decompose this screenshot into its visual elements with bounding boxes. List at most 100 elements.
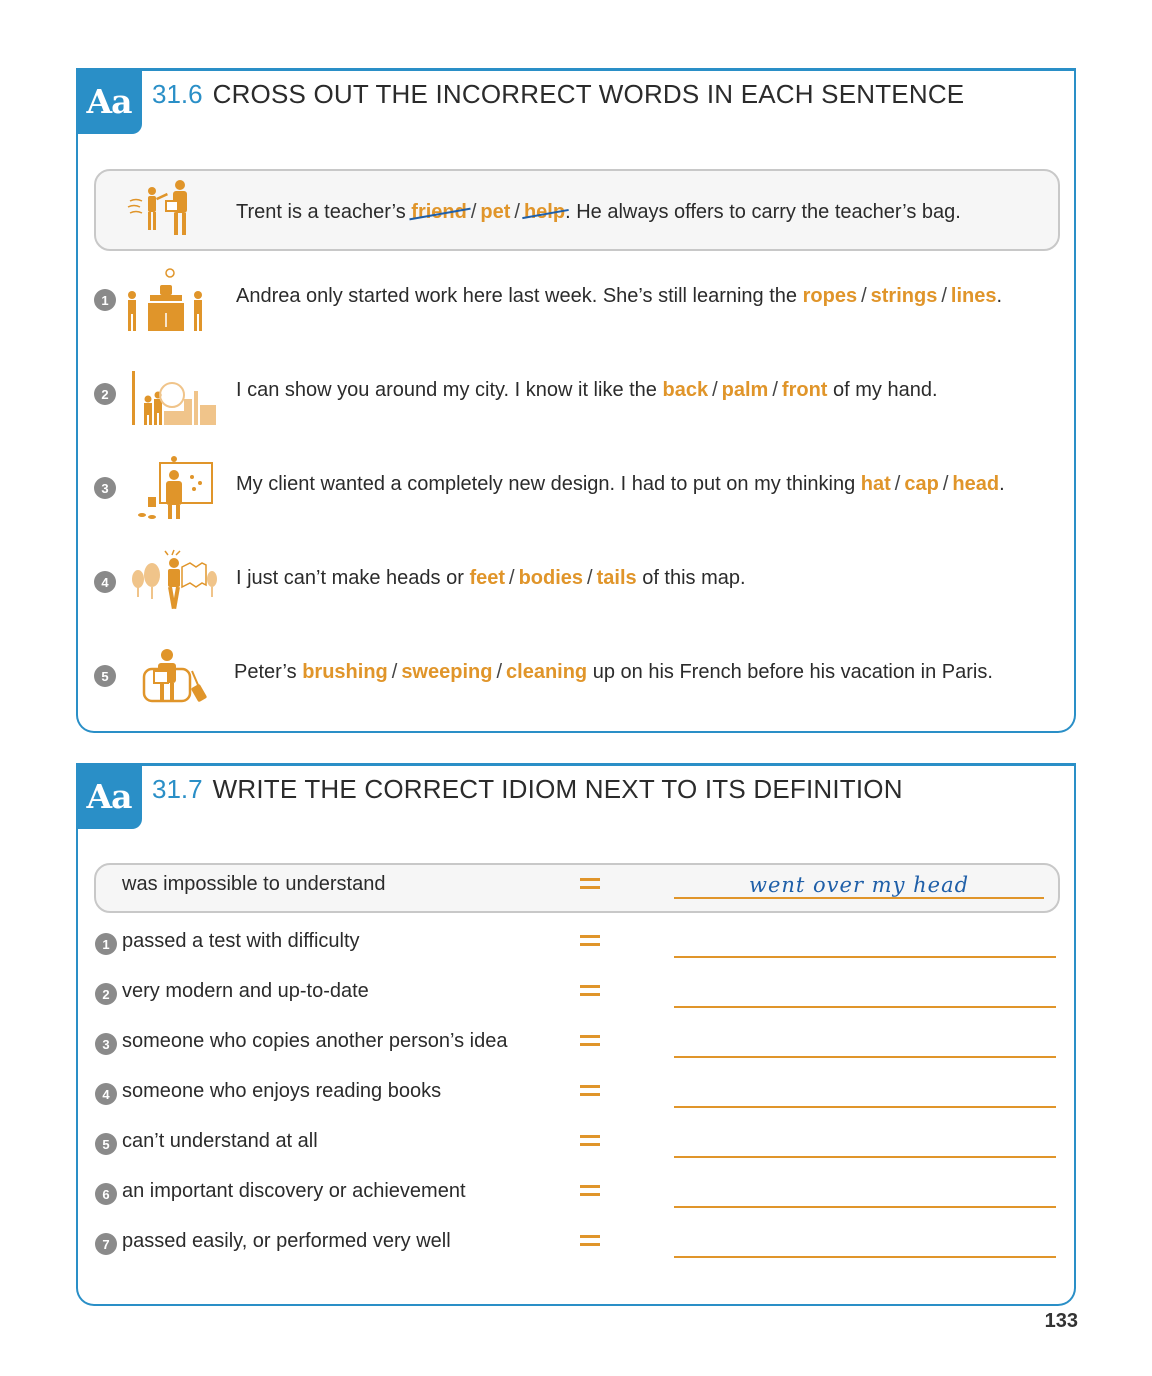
definition-text: very modern and up-to-date — [122, 980, 369, 1002]
exercise-title: CROSS OUT THE INCORRECT WORDS IN EACH SE… — [212, 79, 965, 109]
separator: / — [861, 285, 867, 307]
definition-text: someone who copies another person’s idea — [122, 1030, 508, 1052]
definition-row: 2 very modern and up-to-date — [78, 974, 1078, 1014]
separator: / — [941, 285, 947, 307]
answer-input-line[interactable] — [674, 1106, 1056, 1108]
answer-input-line[interactable] — [674, 1006, 1056, 1008]
option-correct[interactable]: pet — [480, 201, 510, 223]
option-crossed[interactable]: help — [524, 201, 565, 224]
handwritten-answer: went over my head — [748, 873, 970, 897]
confused-map-reader-icon — [132, 549, 217, 610]
definition-text: was impossible to understand — [122, 873, 386, 895]
sentence-text: Peter’s — [234, 661, 297, 683]
teacher-student-icon — [127, 180, 187, 235]
equals-sign — [578, 1030, 602, 1050]
item-number: 7 — [95, 1233, 117, 1255]
definition-row: 4 someone who enjoys reading books — [78, 1074, 1078, 1114]
separator: / — [894, 473, 901, 495]
option-word[interactable]: cleaning — [506, 661, 587, 683]
sentence-text: I can show you around my city. I know it… — [236, 379, 657, 401]
item-number: 3 — [94, 477, 116, 499]
sentence-row: 5 Peter’s brushing / sweeping / cleaning up … — [78, 637, 1078, 717]
option-word[interactable]: sweeping — [401, 661, 492, 683]
definition-row: 7 passed easily, or performed very well — [78, 1224, 1078, 1264]
item-number: 3 — [95, 1033, 117, 1055]
equals-sign — [578, 873, 602, 893]
sentence-text: . — [999, 473, 1005, 495]
exercise-31-7: Aa 31.7 WRITE THE CORRECT IDIOM NEXT TO I… — [76, 763, 1076, 1306]
option-word[interactable]: feet — [469, 567, 505, 589]
item-number: 4 — [95, 1083, 117, 1105]
sentence-text: I just can’t make heads or — [236, 567, 464, 589]
item-number: 2 — [95, 983, 117, 1005]
equals-sign — [578, 1080, 602, 1100]
sentence-text: . He always offers to carry the teacher’… — [565, 201, 961, 223]
option-word[interactable]: brushing — [302, 661, 388, 683]
separator: / — [509, 567, 515, 589]
sentence-text: Andrea only started work here last week.… — [236, 285, 798, 307]
answer-line — [674, 897, 1044, 899]
answer-input-line[interactable] — [674, 956, 1056, 958]
option-word[interactable]: bodies — [519, 567, 583, 589]
item-number: 4 — [94, 571, 116, 593]
option-word[interactable]: strings — [871, 285, 938, 307]
item-number: 6 — [95, 1183, 117, 1205]
item-number: 1 — [94, 289, 116, 311]
answer-input-line[interactable] — [674, 1056, 1056, 1058]
exercise-number: 31.7 — [152, 774, 203, 804]
answer-input-line[interactable] — [674, 1206, 1056, 1208]
answer-input-line[interactable] — [674, 1256, 1056, 1258]
definition-text: an important discovery or achievement — [122, 1180, 466, 1202]
definition-text: someone who enjoys reading books — [122, 1080, 442, 1102]
exercise-31-6: Aa 31.6 CROSS OUT THE INCORRECT WORDS IN … — [76, 68, 1076, 733]
separator: / — [496, 661, 503, 683]
sentence-text: of this map. — [636, 567, 746, 589]
item-number: 5 — [95, 1133, 117, 1155]
sentence: Andrea only started work here last week.… — [236, 285, 1002, 308]
definition-row: 1 passed a test with difficulty — [78, 924, 1078, 964]
equals-sign — [578, 1230, 602, 1250]
sentence: I can show you around my city. I know it… — [236, 379, 938, 402]
separator: / — [587, 567, 593, 589]
item-number: 5 — [94, 665, 116, 687]
designer-thinking-icon — [138, 456, 213, 519]
item-number: 1 — [95, 933, 117, 955]
option-crossed[interactable]: friend — [411, 201, 467, 224]
sentence-text: Trent is a teacher’s — [236, 201, 406, 223]
separator: / — [712, 379, 718, 401]
kitchen-workers-icon — [128, 268, 202, 331]
option-word[interactable]: palm — [722, 379, 769, 401]
traveler-studying-icon — [142, 649, 207, 703]
separator: / — [772, 379, 778, 401]
option-word[interactable]: head — [952, 473, 999, 495]
separator: / — [470, 201, 477, 223]
option-word[interactable]: ropes — [803, 285, 857, 307]
sentence: I just can’t make heads or feet / bodies / t… — [236, 567, 746, 590]
sentence-row: 2 I can show you around my city. I know … — [78, 355, 1078, 435]
item-number: 2 — [94, 383, 116, 405]
definition-row: 3 someone who copies another person’s id… — [78, 1024, 1078, 1064]
option-word[interactable]: front — [782, 379, 828, 401]
sentence-text: . — [996, 285, 1003, 307]
sentence: Peter’s brushing / sweeping / cleaning up on… — [234, 661, 993, 684]
option-word[interactable]: lines — [951, 285, 997, 307]
sentence: My client wanted a completely new design… — [236, 473, 1005, 496]
page-number: 133 — [1044, 1310, 1078, 1332]
option-word[interactable]: cap — [904, 473, 938, 495]
example-sentence: Trent is a teacher’s friend / pet / help. He… — [236, 201, 961, 224]
option-word[interactable]: back — [663, 379, 709, 401]
option-word[interactable]: hat — [861, 473, 891, 495]
separator: / — [391, 661, 398, 683]
definition-row: 5 can’t understand at all — [78, 1124, 1078, 1164]
definition-text: can’t understand at all — [122, 1130, 318, 1152]
exercise-number: 31.6 — [152, 79, 203, 109]
equals-sign — [578, 980, 602, 1000]
sentence-text: up on his French before his vacation in … — [587, 661, 993, 683]
equals-sign — [578, 930, 602, 950]
city-tour-icon — [132, 371, 216, 425]
answer-input-line[interactable] — [674, 1156, 1056, 1158]
option-word[interactable]: tails — [597, 567, 637, 589]
sentence-text: of my hand. — [827, 379, 938, 401]
equals-sign — [578, 1180, 602, 1200]
separator: / — [514, 201, 520, 223]
